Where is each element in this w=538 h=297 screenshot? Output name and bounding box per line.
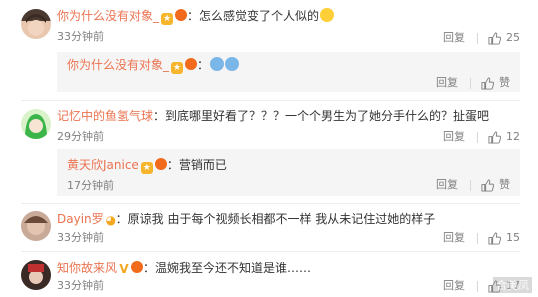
reply-button[interactable]: 回复 xyxy=(443,231,465,245)
like-count[interactable]: 12 xyxy=(506,130,520,144)
comment-item: 你为什么没有对象_ ★ ：怎么感觉变了个人似的 33分钟前 回复 25 xyxy=(0,0,538,52)
avatar[interactable] xyxy=(21,109,51,139)
comment-actions: 回复 15 xyxy=(443,231,520,245)
reply-actions: 回复 赞 xyxy=(436,76,510,90)
thumbs-up-icon[interactable] xyxy=(488,31,501,45)
comment-username[interactable]: 记忆中的鱼氢气球 xyxy=(57,109,153,123)
reply-button[interactable]: 回复 xyxy=(436,178,458,192)
laughing-emoji-icon xyxy=(320,8,335,22)
avatar-face-icon xyxy=(25,114,47,139)
comment-text-line: Dayin罗 ◕：原谅我 由于每个视频长相都不一样 我从未记住过她的样子 xyxy=(57,211,435,227)
comment-text-line: 你为什么没有对象_ ★ ：怎么感觉变了个人似的 xyxy=(57,8,335,25)
comment-actions: 回复 12 xyxy=(443,130,520,144)
action-divider xyxy=(477,32,478,44)
reply-text: ：营销而已 xyxy=(166,158,227,172)
like-label[interactable]: 赞 xyxy=(499,178,510,192)
comment-text-line: 记忆中的鱼氢气球：到底哪里好看了？？？一个个男生为了她分手什么的？扯蛋吧 xyxy=(57,108,489,124)
vip-badge-icon: ★ xyxy=(161,13,174,25)
avatar[interactable] xyxy=(21,9,51,39)
thumbs-up-icon[interactable] xyxy=(488,130,501,144)
comment-username[interactable]: Dayin罗 xyxy=(57,212,104,226)
action-divider xyxy=(470,77,471,89)
reply-button[interactable]: 回复 xyxy=(443,130,465,144)
comment-username[interactable]: 知你故来风 xyxy=(57,261,117,275)
reply-button[interactable]: 回复 xyxy=(443,279,465,293)
reply-button[interactable]: 回复 xyxy=(443,31,465,45)
action-divider xyxy=(477,131,478,143)
reply-box: 你为什么没有对象_ ★ ： 回复 赞 xyxy=(57,52,520,92)
reply-username[interactable]: 你为什么没有对象_ xyxy=(67,58,169,72)
panda-badge-icon: ◕ xyxy=(105,213,117,227)
comment-text: ：原谅我 由于每个视频长相都不一样 我从未记住过她的样子 xyxy=(115,212,436,226)
crying-emoji-icon xyxy=(225,57,240,71)
comment-time: 29分钟前 xyxy=(57,130,104,143)
comment-item: 知你故来风 V ：温婉我至今还不知道是谁…… 33分钟前 回复 17 xyxy=(0,252,538,297)
reply-time: 17分钟前 xyxy=(67,179,114,192)
thumbs-up-icon[interactable] xyxy=(488,231,501,245)
comment-text-line: 知你故来风 V ：温婉我至今还不知道是谁…… xyxy=(57,260,311,276)
reply-text-line: 黄天欣Janice ★ ：营销而已 xyxy=(67,157,227,174)
comment-item: Dayin罗 ◕：原谅我 由于每个视频长相都不一样 我从未记住过她的样子 33分钟… xyxy=(0,204,538,250)
comment-text: ：到底哪里好看了？？？一个个男生为了她分手什么的？扯蛋吧 xyxy=(153,109,490,123)
vip-badge-icon: ★ xyxy=(140,162,153,174)
comment-time: 33分钟前 xyxy=(57,231,104,244)
pumpkin-badge-icon xyxy=(131,261,144,273)
comment-text: ：怎么感觉变了个人似的 xyxy=(187,9,320,23)
action-divider xyxy=(477,232,478,244)
action-divider xyxy=(470,179,471,191)
watermark: 合美凤 xyxy=(493,277,532,293)
reply-actions: 回复 赞 xyxy=(436,178,510,192)
action-divider xyxy=(477,280,478,292)
comment-text: ：温婉我至今还不知道是谁…… xyxy=(143,261,312,275)
pumpkin-badge-icon xyxy=(175,9,188,21)
like-count[interactable]: 25 xyxy=(506,31,520,45)
comment-time: 33分钟前 xyxy=(57,279,104,292)
reply-box: 黄天欣Janice ★ ：营销而已 17分钟前 回复 赞 xyxy=(57,149,520,196)
like-label[interactable]: 赞 xyxy=(499,76,510,90)
like-count[interactable]: 15 xyxy=(506,231,520,245)
avatar-face-icon xyxy=(26,14,46,36)
vip-badge-icon: ★ xyxy=(171,62,184,74)
avatar[interactable] xyxy=(21,211,51,241)
verified-v-icon: V xyxy=(119,262,129,276)
thumbs-up-icon[interactable] xyxy=(481,76,494,90)
avatar-face-icon xyxy=(24,216,48,235)
comment-username[interactable]: 你为什么没有对象_ xyxy=(57,9,159,23)
reply-text-line: 你为什么没有对象_ ★ ： xyxy=(67,57,240,74)
reply-button[interactable]: 回复 xyxy=(436,76,458,90)
reply-username[interactable]: 黄天欣Janice xyxy=(67,158,139,172)
pumpkin-badge-icon xyxy=(185,58,198,70)
pumpkin-badge-icon xyxy=(154,158,167,170)
avatar-face-icon xyxy=(28,264,44,284)
thumbs-up-icon[interactable] xyxy=(481,178,494,192)
reply-text: ： xyxy=(197,58,210,72)
comment-time: 33分钟前 xyxy=(57,30,104,43)
crying-emoji-icon xyxy=(210,57,225,71)
comment-actions: 回复 25 xyxy=(443,31,520,45)
avatar[interactable] xyxy=(21,260,51,290)
comment-item: 记忆中的鱼氢气球：到底哪里好看了？？？一个个男生为了她分手什么的？扯蛋吧 29分… xyxy=(0,101,538,149)
